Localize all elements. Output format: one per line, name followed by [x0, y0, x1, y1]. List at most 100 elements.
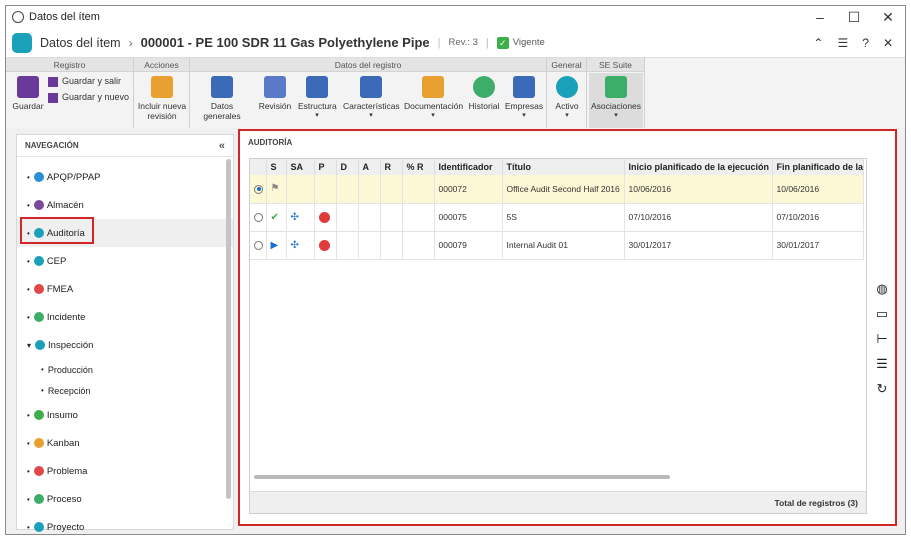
- column-header[interactable]: Inicio planificado de la ejecución: [624, 159, 773, 175]
- horizontal-scrollbar[interactable]: [254, 475, 670, 479]
- navigation-title: NAVEGACIÓN: [25, 141, 79, 150]
- nav-item-label: Problema: [46, 465, 88, 477]
- r-cell: [380, 231, 403, 260]
- nav-item-fmea[interactable]: • FMEA: [17, 275, 233, 303]
- collapse-panel-icon[interactable]: «: [219, 140, 225, 152]
- close-button[interactable]: ✕: [871, 9, 905, 26]
- module-icon: [33, 438, 44, 448]
- column-header[interactable]: Identificador: [434, 159, 503, 175]
- column-header[interactable]: A: [358, 159, 381, 175]
- nav-item-almacén[interactable]: • Almacén: [17, 191, 233, 219]
- header-row: S SA P D A R% R Identificador Título Inicio plan…: [250, 159, 865, 175]
- column-header[interactable]: D: [336, 159, 359, 175]
- close-icon[interactable]: ✕: [883, 36, 893, 50]
- characteristics-button[interactable]: Características ▾: [343, 76, 400, 119]
- s-cell: ▶: [266, 231, 287, 260]
- status-icon: ▶: [270, 239, 279, 251]
- nav-item-incidente[interactable]: • Incidente: [17, 303, 233, 331]
- column-header[interactable]: Título: [502, 159, 625, 175]
- check-icon: ✓: [496, 36, 509, 49]
- maximize-button[interactable]: ☐: [837, 9, 871, 26]
- row-radio[interactable]: [254, 241, 263, 251]
- new-revision-button[interactable]: Incluir nueva revisión: [136, 76, 188, 121]
- module-icon: [33, 256, 44, 266]
- select-cell[interactable]: [250, 175, 267, 204]
- sa-cell: ✣: [286, 203, 315, 232]
- nav-item-label: Inspección: [48, 339, 94, 351]
- table-row[interactable]: ⚑ 000072 Office Audit Second Half 2016 10/0…: [250, 175, 865, 204]
- cell-start: 10/06/2016: [624, 175, 773, 204]
- nav-item-label: Recepción: [47, 385, 91, 396]
- nav-item-label: CEP: [46, 255, 67, 267]
- save-button[interactable]: Guardar: [10, 76, 46, 111]
- action-icon: ✣: [290, 239, 299, 251]
- row-radio[interactable]: [254, 213, 263, 223]
- nav-item-proyecto[interactable]: • Proyecto: [17, 513, 233, 534]
- nav-item-label: FMEA: [46, 283, 74, 295]
- d-cell: [336, 203, 359, 232]
- minimize-button[interactable]: –: [803, 9, 837, 26]
- row-radio[interactable]: [254, 184, 263, 194]
- save-exit-button[interactable]: Guardar y salir: [48, 76, 132, 87]
- select-cell[interactable]: [250, 203, 267, 232]
- documentation-button[interactable]: Documentación ▾: [404, 76, 463, 119]
- save-new-button[interactable]: Guardar y nuevo: [48, 92, 132, 103]
- refresh-icon[interactable]: ↻: [877, 381, 888, 397]
- pr-cell: [402, 203, 435, 232]
- nav-item-cep[interactable]: • CEP: [17, 247, 233, 275]
- nav-item-kanban[interactable]: • Kanban: [17, 429, 233, 457]
- app-logo-icon: [12, 11, 24, 23]
- revision-button[interactable]: Revisión: [257, 76, 293, 111]
- nav-item-recepción[interactable]: • Recepción: [17, 380, 233, 401]
- view-icon[interactable]: ▭: [876, 306, 888, 322]
- companies-button[interactable]: Empresas ▾: [504, 76, 544, 119]
- collapse-icon[interactable]: ⌃: [813, 36, 823, 50]
- asset-button[interactable]: Activo ▾: [550, 76, 584, 119]
- table-row[interactable]: ✔ ✣ 000075 5S 07/10/2016 07/10/2016: [250, 203, 865, 232]
- column-header[interactable]: SA: [286, 159, 315, 175]
- column-header[interactable]: % R: [402, 159, 435, 175]
- folder-icon: [422, 76, 444, 98]
- module-icon: [33, 410, 44, 420]
- bullet-icon: •: [27, 284, 30, 294]
- general-data-button[interactable]: Datos generales: [192, 76, 252, 121]
- item-header: Datos del ítem › 000001 - PE 100 SDR 11 …: [6, 28, 905, 58]
- column-header[interactable]: Fin planificado de la: [772, 159, 865, 175]
- nav-item-inspección[interactable]: ▾ Inspección: [17, 331, 233, 359]
- history-button[interactable]: Historial: [467, 76, 501, 111]
- audit-grid: S SA P D A R% R Identificador Título Inicio plan…: [249, 158, 867, 514]
- structure-button[interactable]: Estructura ▾: [298, 76, 337, 119]
- status-badge: Vigente: [512, 37, 545, 48]
- nav-scrollbar[interactable]: [226, 159, 231, 499]
- bullet-icon: •: [27, 438, 30, 448]
- help-icon[interactable]: ?: [862, 36, 869, 50]
- associations-button[interactable]: Asociaciones ▾: [589, 73, 643, 131]
- save-new-icon: [48, 92, 58, 103]
- navigation-panel: NAVEGACIÓN « • APQP/PPAP • Almacén • Auditorí…: [16, 134, 234, 533]
- nav-item-apqp-ppap[interactable]: • APQP/PPAP: [17, 163, 233, 191]
- table-row[interactable]: ▶ ✣ 000079 Internal Audit 01 30/01/2017 30/01…: [250, 231, 865, 260]
- column-header[interactable]: P: [314, 159, 337, 175]
- column-header[interactable]: R: [380, 159, 403, 175]
- list-icon[interactable]: ☰: [837, 36, 848, 50]
- bullet-icon: ▾: [27, 340, 32, 350]
- nav-item-producción[interactable]: • Producción: [17, 359, 233, 380]
- column-header[interactable]: S: [266, 159, 287, 175]
- list-details-icon[interactable]: ☰: [876, 356, 888, 372]
- item-title: 000001 - PE 100 SDR 11 Gas Polyethylene …: [140, 35, 430, 50]
- module-icon: [33, 200, 44, 210]
- window-title: Datos del ítem: [29, 11, 100, 23]
- nav-item-proceso[interactable]: • Proceso: [17, 485, 233, 513]
- module-icon: [33, 466, 44, 476]
- nav-item-problema[interactable]: • Problema: [17, 457, 233, 485]
- chevron-down-icon: [318, 211, 330, 223]
- revision-label: Rev.: 3: [448, 37, 478, 48]
- nav-item-insumo[interactable]: • Insumo: [17, 401, 233, 429]
- globe-icon[interactable]: ◍: [876, 281, 887, 297]
- d-cell: [336, 175, 359, 204]
- nav-item-label: Incidente: [46, 311, 86, 323]
- hierarchy-icon[interactable]: ⊢: [876, 331, 887, 347]
- select-cell[interactable]: [250, 231, 267, 260]
- sa-cell: ✣: [286, 231, 315, 260]
- module-icon: [33, 522, 44, 532]
